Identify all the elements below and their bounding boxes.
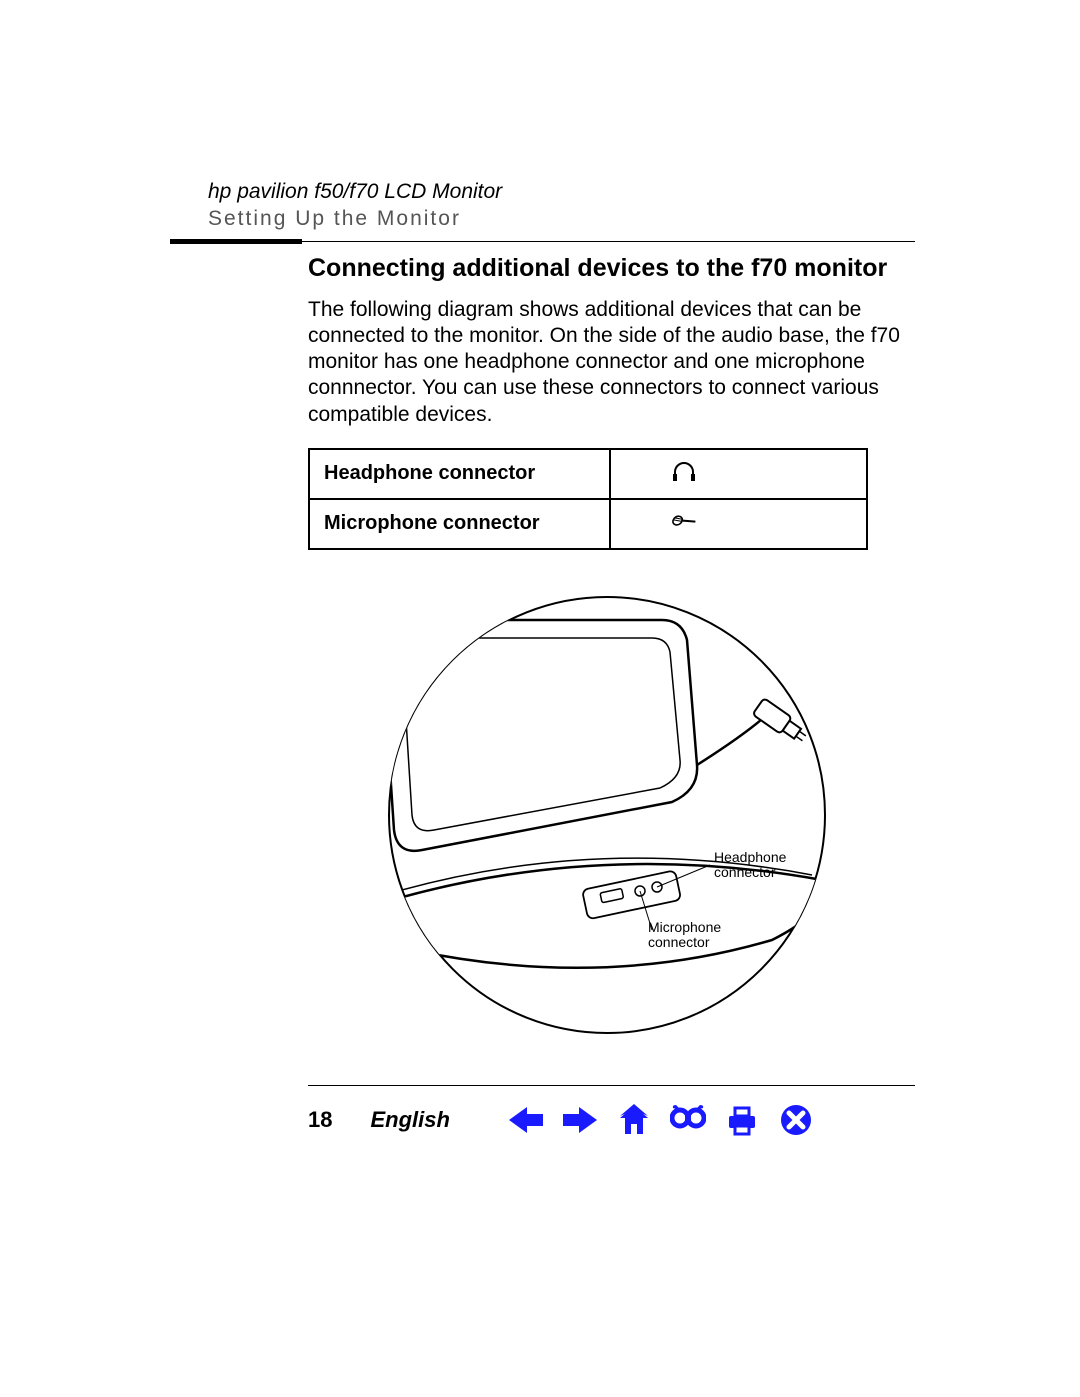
prev-page-button[interactable] bbox=[508, 1102, 544, 1138]
page-footer: 18 English bbox=[170, 1085, 915, 1138]
doc-title: hp pavilion f50/f70 LCD Monitor bbox=[208, 178, 915, 205]
body-paragraph: The following diagram shows additional d… bbox=[308, 297, 916, 428]
section-heading: Connecting additional devices to the f70… bbox=[308, 254, 916, 283]
nav-toolbar bbox=[508, 1102, 814, 1138]
running-head: hp pavilion f50/f70 LCD Monitor Setting … bbox=[208, 178, 915, 233]
connector-label: Headphone connector bbox=[309, 449, 610, 499]
page-number: 18 bbox=[308, 1107, 332, 1133]
close-button[interactable] bbox=[778, 1102, 814, 1138]
table-row: Headphone connector bbox=[309, 449, 867, 499]
print-button[interactable] bbox=[724, 1102, 760, 1138]
callout-microphone: Microphone connector bbox=[648, 920, 721, 951]
doc-subtitle: Setting Up the Monitor bbox=[208, 205, 915, 232]
table-row: Microphone connector bbox=[309, 499, 867, 549]
page-body: hp pavilion f50/f70 LCD Monitor Setting … bbox=[170, 178, 915, 1080]
microphone-icon bbox=[610, 499, 867, 549]
callout-headphone: Headphone connector bbox=[714, 850, 786, 881]
connector-table: Headphone connector Microphone connector bbox=[308, 448, 868, 550]
headphone-icon bbox=[610, 449, 867, 499]
search-button[interactable] bbox=[670, 1102, 706, 1138]
language-label: English bbox=[370, 1107, 449, 1133]
monitor-diagram: Headphone connector Microphone connector bbox=[352, 590, 872, 1050]
next-page-button[interactable] bbox=[562, 1102, 598, 1138]
home-button[interactable] bbox=[616, 1102, 652, 1138]
content-area: Connecting additional devices to the f70… bbox=[308, 254, 916, 1050]
header-rule bbox=[170, 239, 915, 244]
connector-label: Microphone connector bbox=[309, 499, 610, 549]
